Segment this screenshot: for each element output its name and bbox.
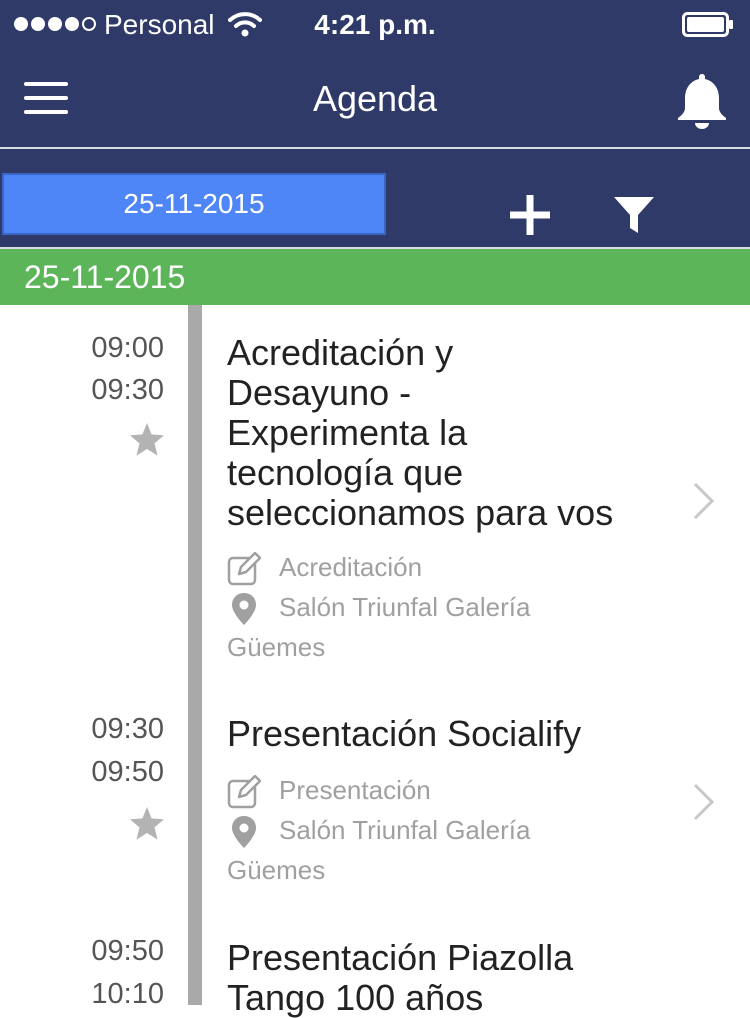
status-time: 4:21 p.m. xyxy=(314,9,436,40)
page-title: Agenda xyxy=(312,78,438,119)
date-picker-field[interactable]: 25-11-2015 xyxy=(2,173,386,235)
filter-icon[interactable] xyxy=(612,193,656,237)
toolbar: 25-11-2015 xyxy=(0,149,750,247)
event-category: Acreditación xyxy=(227,547,687,587)
battery-icon xyxy=(682,12,733,37)
plus-icon[interactable] xyxy=(508,193,552,237)
status-bar: Personal 4:21 p.m. xyxy=(0,0,750,50)
event-start-time: 09:50 xyxy=(91,935,164,967)
chevron-right-icon xyxy=(693,482,715,520)
location-pin-icon xyxy=(232,816,256,849)
event-title: Presentación Piazolla Tango 100 años xyxy=(227,937,574,1018)
event-location: Salón Triunfal Galería xyxy=(227,810,687,850)
day-section-header: 25-11-2015 xyxy=(0,249,750,305)
event-category: Presentación xyxy=(227,770,687,810)
event-location: Salón Triunfal Galería xyxy=(227,587,687,627)
star-icon[interactable] xyxy=(128,421,166,459)
event-end-time: 10:10 xyxy=(91,978,164,1010)
agenda-event[interactable]: 09:00 09:30 Acreditación y Desayuno - Ex… xyxy=(0,305,750,685)
edit-icon xyxy=(227,775,261,809)
event-end-time: 09:50 xyxy=(91,756,164,788)
navigation-bar: Personal 4:21 p.m. Agenda xyxy=(0,0,750,148)
edit-icon xyxy=(227,552,261,586)
bell-icon[interactable] xyxy=(674,70,730,130)
event-title: Acreditación y Desayuno - Experimenta la… xyxy=(227,332,614,533)
star-icon[interactable] xyxy=(128,805,166,843)
event-start-time: 09:30 xyxy=(91,713,164,745)
event-details: Acreditación Salón Triunfal Galería Güem… xyxy=(227,547,687,667)
agenda-event[interactable]: 09:50 10:10 Presentación Piazolla Tango … xyxy=(0,928,750,1018)
event-end-time: 09:30 xyxy=(91,374,164,406)
chevron-right-icon xyxy=(693,783,715,821)
event-title: Presentación Socialify xyxy=(227,713,582,754)
event-start-time: 09:00 xyxy=(91,332,164,364)
location-pin-icon xyxy=(232,593,256,626)
agenda-event[interactable]: 09:30 09:50 Presentación Socialify Prese… xyxy=(0,700,750,910)
event-details: Presentación Salón Triunfal Galería Güem… xyxy=(227,770,687,890)
